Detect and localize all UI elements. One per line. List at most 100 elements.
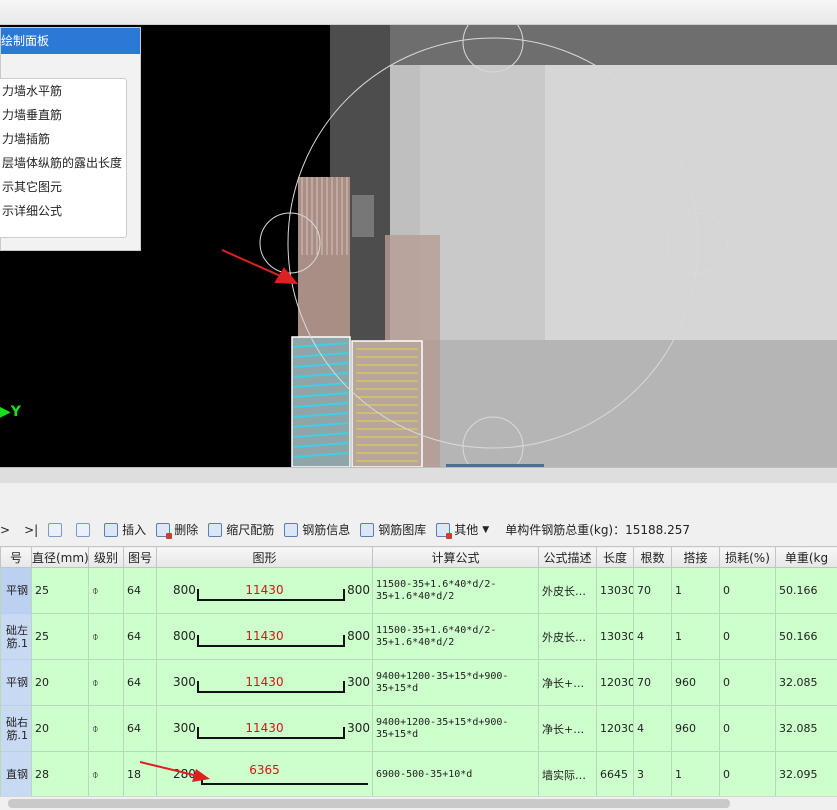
cell-loss[interactable]: 0 <box>719 751 776 798</box>
nav-last-button[interactable]: >| <box>24 523 38 537</box>
cell-desc[interactable]: 外皮长… <box>538 613 597 660</box>
cell-grade[interactable]: ⌽ <box>88 659 124 706</box>
cell-lap[interactable]: 1 <box>671 613 720 660</box>
cell-figno[interactable]: 64 <box>123 705 157 752</box>
cell-lap[interactable]: 1 <box>671 567 720 614</box>
col-header-grade[interactable]: 级别 <box>88 546 124 568</box>
col-header-unit-weight[interactable]: 单重(kg <box>775 546 837 568</box>
cell-unit-weight[interactable]: 32.085 <box>775 659 837 706</box>
cell-diameter[interactable]: 20 <box>31 705 89 752</box>
cell-loss[interactable]: 0 <box>719 613 776 660</box>
cell-desc[interactable]: 外皮长… <box>538 567 597 614</box>
cell-name[interactable]: 平钢 <box>0 567 32 614</box>
cell-shape[interactable]: 800 11430 800 <box>156 613 373 660</box>
col-header-lap[interactable]: 搭接 <box>671 546 720 568</box>
cell-unit-weight[interactable]: 50.166 <box>775 567 837 614</box>
cell-figno[interactable]: 64 <box>123 659 157 706</box>
panel-item-exposed-length[interactable]: 层墙体纵筋的露出长度 <box>0 151 126 175</box>
cell-lap[interactable]: 1 <box>671 751 720 798</box>
cell-name[interactable]: 础左筋.1 <box>0 613 32 660</box>
cell-loss[interactable]: 0 <box>719 659 776 706</box>
cell-count[interactable]: 70 <box>633 659 672 706</box>
panel-item-wall-dowel[interactable]: 力墙插筋 <box>0 127 126 151</box>
cell-formula[interactable]: 11500-35+1.6*40*d/2-35+1.6*40*d/2 <box>372 613 539 660</box>
cell-formula[interactable]: 9400+1200-35+15*d+900-35+15*d <box>372 659 539 706</box>
panel-item-wall-horizontal[interactable]: 力墙水平筋 <box>0 79 126 103</box>
cell-diameter[interactable]: 28 <box>31 751 89 798</box>
cell-name[interactable]: 础右筋.1 <box>0 705 32 752</box>
cell-shape[interactable]: 800 11430 800 <box>156 567 373 614</box>
cell-loss[interactable]: 0 <box>719 567 776 614</box>
cell-formula[interactable]: 11500-35+1.6*40*d/2-35+1.6*40*d/2 <box>372 567 539 614</box>
col-header-length[interactable]: 长度 <box>596 546 634 568</box>
cell-unit-weight[interactable]: 50.166 <box>775 613 837 660</box>
cell-name[interactable]: 平钢 <box>0 659 32 706</box>
cell-grade[interactable]: ⌽ <box>88 705 124 752</box>
cell-count[interactable]: 70 <box>633 567 672 614</box>
panel-splitter[interactable] <box>0 467 837 483</box>
cell-desc[interactable]: 墙实际… <box>538 751 597 798</box>
cell-loss[interactable]: 0 <box>719 705 776 752</box>
cell-length[interactable]: 13030 <box>596 613 634 660</box>
cell-diameter[interactable]: 20 <box>31 659 89 706</box>
other-menu-button[interactable]: 其他 ▼ <box>436 521 490 539</box>
shape-mid-value: 11430 <box>245 628 284 643</box>
col-header-loss[interactable]: 损耗(%) <box>719 546 776 568</box>
cell-name[interactable]: 直钢 <box>0 751 32 798</box>
cell-desc[interactable]: 净长+… <box>538 659 597 706</box>
scale-rebar-button[interactable]: 缩尺配筋 <box>208 521 274 538</box>
delete-label: 删除 <box>174 523 199 537</box>
cell-diameter[interactable]: 25 <box>31 613 89 660</box>
cell-count[interactable]: 4 <box>633 613 672 660</box>
col-header-count[interactable]: 根数 <box>633 546 672 568</box>
table-row[interactable]: 直钢 28 ⌽ 18 280 6365 6900-500-35+10*d 墙实际… <box>0 751 837 798</box>
table-row[interactable]: 平钢 20 ⌽ 64 300 11430 300 9400+1200-35+15… <box>0 659 837 706</box>
cell-formula[interactable]: 9400+1200-35+15*d+900-35+15*d <box>372 705 539 752</box>
cell-length[interactable]: 12030 <box>596 705 634 752</box>
col-header-shape[interactable]: 图形 <box>156 546 373 568</box>
cell-lap[interactable]: 960 <box>671 705 720 752</box>
cell-grade[interactable]: ⌽ <box>88 751 124 798</box>
table-row[interactable]: 平钢 25 ⌽ 64 800 11430 800 11500-35+1.6*40… <box>0 567 837 614</box>
cell-formula[interactable]: 6900-500-35+10*d <box>372 751 539 798</box>
col-header-desc[interactable]: 公式描述 <box>538 546 597 568</box>
col-header-diameter[interactable]: 直径(mm) <box>31 546 89 568</box>
cell-figno[interactable]: 64 <box>123 613 157 660</box>
col-header-figno[interactable]: 图号 <box>123 546 157 568</box>
cell-grade[interactable]: ⌽ <box>88 567 124 614</box>
cell-shape[interactable]: 300 11430 300 <box>156 705 373 752</box>
cell-length[interactable]: 13030 <box>596 567 634 614</box>
col-header-formula[interactable]: 计算公式 <box>372 546 539 568</box>
rebar-library-button[interactable]: 钢筋图库 <box>360 521 426 538</box>
panel-item-show-formula[interactable]: 示详细公式 <box>0 199 126 223</box>
chevron-down-icon: ▼ <box>482 524 490 535</box>
cell-unit-weight[interactable]: 32.095 <box>775 751 837 798</box>
cell-count[interactable]: 4 <box>633 705 672 752</box>
shape-mid-value: 11430 <box>245 720 284 735</box>
scrollbar-thumb[interactable] <box>8 799 730 808</box>
cell-length[interactable]: 12030 <box>596 659 634 706</box>
rebar-library-label: 钢筋图库 <box>378 523 427 537</box>
cell-unit-weight[interactable]: 32.085 <box>775 705 837 752</box>
delete-button[interactable]: 删除 <box>156 521 199 539</box>
rebar-info-button[interactable]: 钢筋信息 <box>284 521 350 538</box>
annotation-arrow <box>221 249 299 285</box>
col-header-name[interactable]: 号 <box>0 546 32 568</box>
panel-item-show-other[interactable]: 示其它图元 <box>0 175 126 199</box>
cell-diameter[interactable]: 25 <box>31 567 89 614</box>
move-down-button[interactable] <box>76 522 94 537</box>
cell-length[interactable]: 6645 <box>596 751 634 798</box>
cell-shape[interactable]: 300 11430 300 <box>156 659 373 706</box>
table-row[interactable]: 础左筋.1 25 ⌽ 64 800 11430 800 11500-35+1.6… <box>0 613 837 660</box>
cell-count[interactable]: 3 <box>633 751 672 798</box>
cell-figno[interactable]: 64 <box>123 567 157 614</box>
move-up-button[interactable] <box>48 522 66 537</box>
nav-next-button[interactable]: > <box>0 523 10 537</box>
cell-grade[interactable]: ⌽ <box>88 613 124 660</box>
cell-lap[interactable]: 960 <box>671 659 720 706</box>
panel-item-wall-vertical[interactable]: 力墙垂直筋 <box>0 103 126 127</box>
insert-button[interactable]: 插入 <box>104 521 146 538</box>
horizontal-scrollbar[interactable] <box>0 796 837 810</box>
cell-desc[interactable]: 净长+… <box>538 705 597 752</box>
table-row[interactable]: 础右筋.1 20 ⌽ 64 300 11430 300 9400+1200-35… <box>0 705 837 752</box>
